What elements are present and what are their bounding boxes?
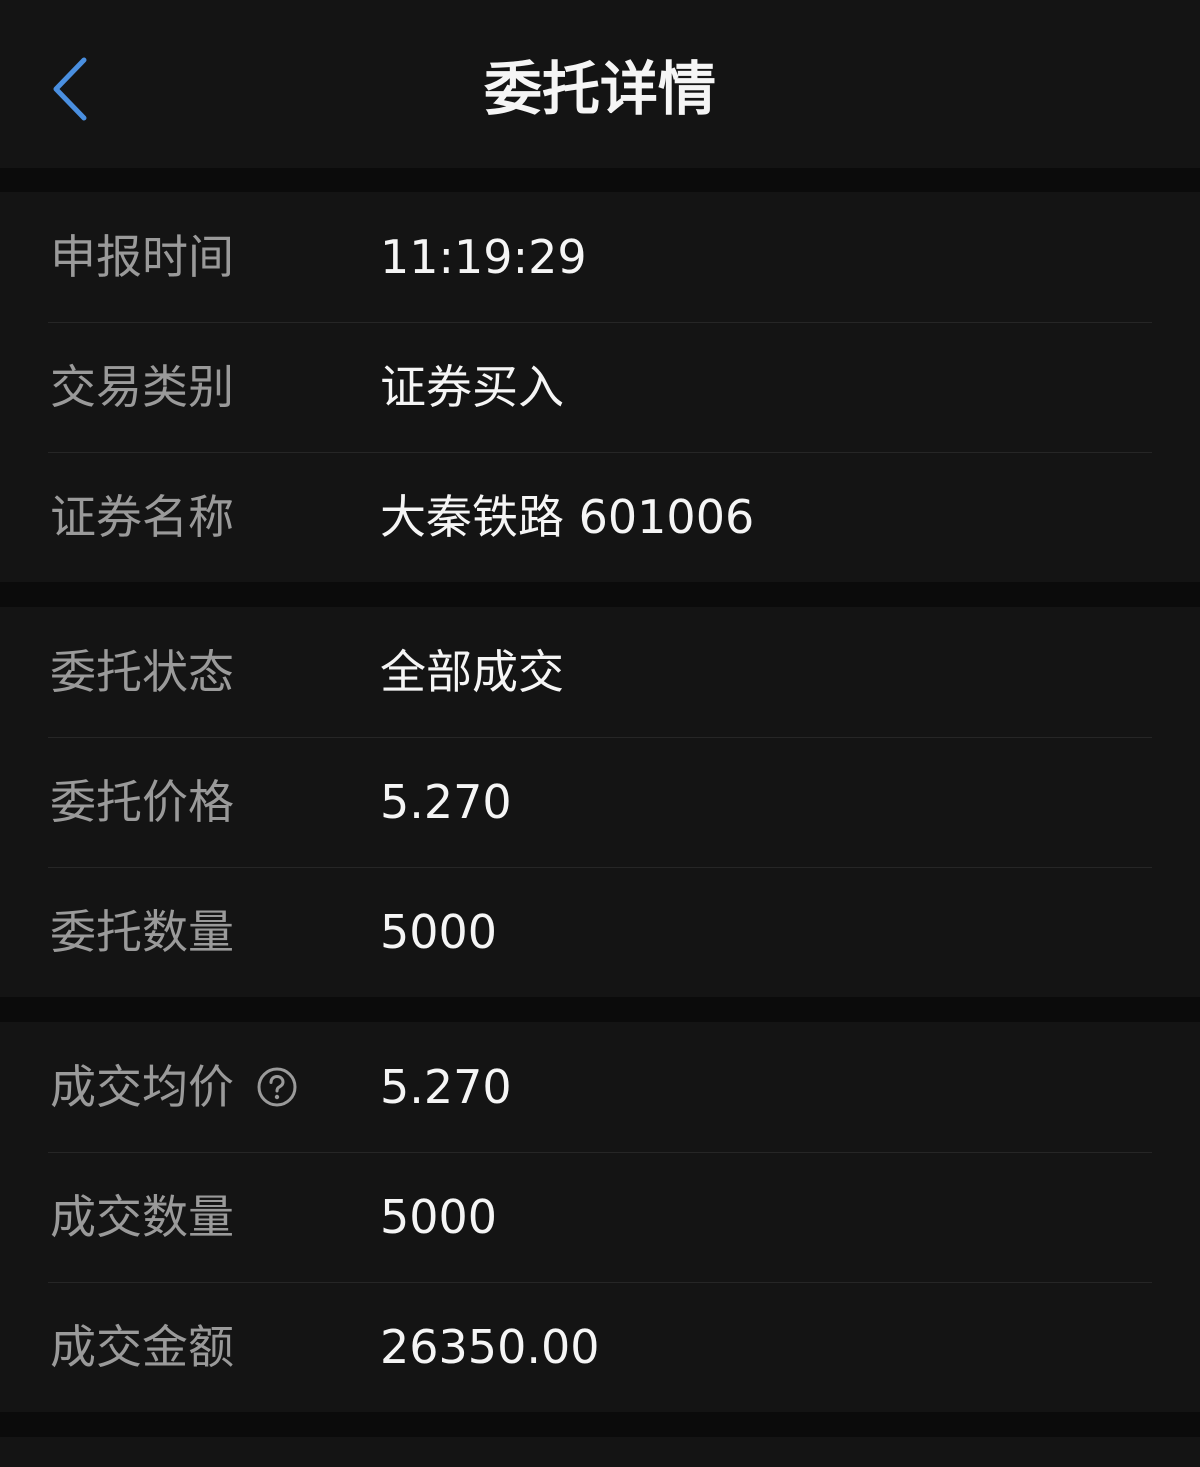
- row-label: 委托价格: [50, 775, 234, 829]
- detail-row-order-quantity: 委托数量 5000: [0, 867, 1200, 997]
- row-label: 委托数量: [50, 905, 234, 959]
- detail-row-trade-type: 交易类别 证券买入: [0, 322, 1200, 452]
- row-label: 成交数量: [50, 1190, 234, 1244]
- detail-row-order-price: 委托价格 5.270: [0, 737, 1200, 867]
- row-value: 11:19:29: [380, 230, 587, 284]
- row-label: 申报时间: [50, 230, 234, 284]
- row-label: 证券名称: [50, 490, 234, 544]
- detail-row-deal-amount: 成交金额 26350.00: [0, 1282, 1200, 1412]
- detail-row-avg-deal-price: 成交均价 5.270: [0, 1022, 1200, 1152]
- next-card-edge: [0, 1437, 1200, 1467]
- row-value: 大秦铁路 601006: [380, 490, 755, 544]
- row-label: 交易类别: [50, 360, 234, 414]
- nav-bar: 委托详情: [0, 0, 1200, 168]
- detail-row-deal-quantity: 成交数量 5000: [0, 1152, 1200, 1282]
- row-label: 成交金额: [50, 1320, 234, 1374]
- detail-row-declare-time: 申报时间 11:19:29: [0, 192, 1200, 322]
- row-value: 证券买入: [380, 360, 564, 414]
- row-value: 5.270: [380, 775, 512, 829]
- row-value: 26350.00: [380, 1320, 600, 1374]
- detail-row-security-name: 证券名称 大秦铁路 601006: [0, 452, 1200, 582]
- help-circle-icon[interactable]: [256, 1066, 298, 1108]
- row-value: 5.270: [380, 1060, 512, 1114]
- row-value: 全部成交: [380, 645, 564, 699]
- order-status-card: 委托状态 全部成交 委托价格 5.270 委托数量 5000: [0, 607, 1200, 997]
- deal-info-card: 成交均价 5.270 成交数量 5000 成交金额 26350.00: [0, 1022, 1200, 1412]
- row-label: 委托状态: [50, 645, 234, 699]
- back-button[interactable]: [30, 44, 110, 134]
- row-value: 5000: [380, 1190, 498, 1244]
- row-value: 5000: [380, 905, 498, 959]
- order-info-card: 申报时间 11:19:29 交易类别 证券买入 证券名称 大秦铁路 601006: [0, 192, 1200, 582]
- page-title: 委托详情: [483, 55, 716, 123]
- row-label: 成交均价: [50, 1060, 234, 1114]
- chevron-left-icon: [53, 57, 87, 121]
- detail-row-order-status: 委托状态 全部成交: [0, 607, 1200, 737]
